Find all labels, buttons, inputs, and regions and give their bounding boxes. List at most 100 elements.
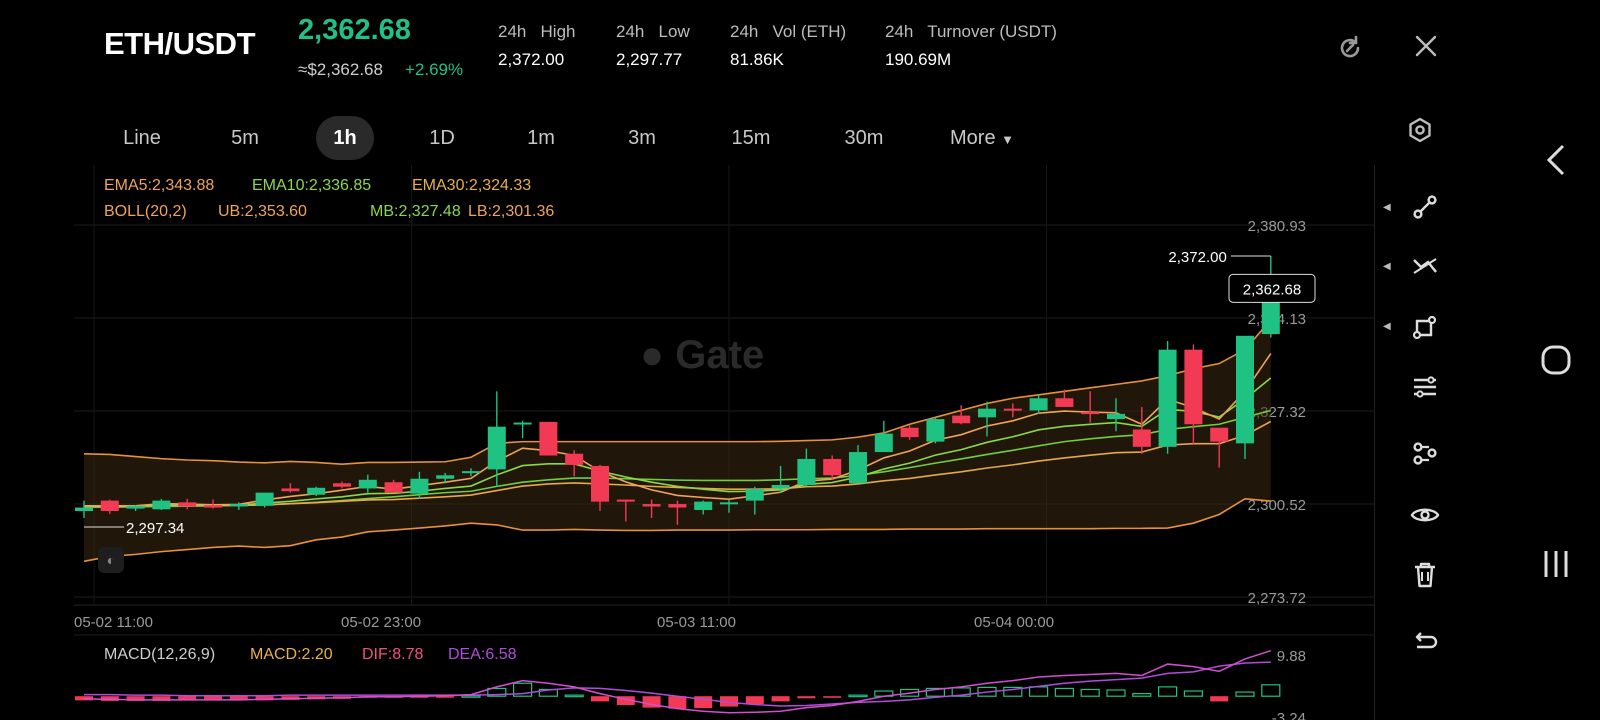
home-icon[interactable]	[1536, 340, 1576, 380]
macd-bar	[797, 696, 816, 699]
tab-30m[interactable]: 30m	[831, 116, 897, 160]
tab-line[interactable]: Line	[106, 116, 178, 160]
candle-body	[1132, 429, 1151, 447]
low-marker-label: 2,297.34	[126, 520, 184, 537]
time-axis-label: 05-03 11:00	[657, 614, 736, 631]
candle-body	[1158, 349, 1177, 447]
price-axis-label: 2,380.93	[1248, 218, 1306, 235]
eye-icon[interactable]	[1405, 495, 1445, 535]
expand-arrow-icon[interactable]: ◀	[1383, 321, 1391, 332]
settings-icon[interactable]	[1402, 112, 1438, 148]
macd-title: MACD(12,26,9)	[104, 646, 215, 663]
candle-body	[797, 458, 816, 485]
tab-15m[interactable]: 15m	[718, 116, 784, 160]
candle-body	[204, 505, 222, 508]
macd-bar	[823, 696, 842, 698]
candle-body	[1107, 413, 1125, 420]
stat-high-label: 24h High	[498, 22, 576, 41]
trend-line-tool-icon[interactable]	[1405, 187, 1445, 227]
candle-body	[1236, 335, 1254, 444]
expand-arrow-icon[interactable]: ◀	[1383, 202, 1391, 213]
macd-bar	[848, 694, 868, 698]
stat-low-label: 24h Low	[616, 22, 690, 41]
candle-body	[281, 488, 300, 492]
watermark-g-icon: ●	[640, 333, 665, 377]
candle-body	[952, 415, 971, 424]
last-price-tag: 2,362.68	[1243, 281, 1301, 298]
macd-bar	[1261, 684, 1281, 697]
recents-icon[interactable]	[1536, 544, 1576, 584]
candle-body	[1210, 427, 1229, 442]
candle-body	[1029, 398, 1048, 411]
candle-body	[591, 465, 609, 502]
candle-body	[668, 504, 687, 508]
candle-body	[152, 500, 171, 510]
candle-body	[462, 471, 480, 474]
price-axis-label: 2,273.72	[1248, 590, 1306, 607]
tab-1d[interactable]: 1D	[412, 116, 472, 160]
candle-body	[694, 501, 713, 510]
stat-vol-label: 24h Vol (ETH)	[730, 22, 847, 41]
tab-3m[interactable]: 3m	[612, 116, 672, 160]
candle-body	[1003, 408, 1022, 411]
ema10-label: EMA10:2,336.85	[252, 177, 372, 194]
candle-body	[333, 483, 351, 487]
macd-axis-bottom: -3.24	[1272, 710, 1306, 720]
candlestick-chart[interactable]: 2,380.932,354.132,327.322,300.522,273.72…	[74, 165, 1374, 720]
back-icon[interactable]	[1536, 140, 1576, 180]
high-marker-label: 2,372.00	[1168, 249, 1226, 266]
refresh-icon[interactable]	[1332, 30, 1368, 66]
boll-label: BOLL(20,2)	[104, 203, 187, 220]
undo-icon[interactable]	[1405, 621, 1445, 661]
macd-bar	[1235, 691, 1255, 697]
macd-value: MACD:2.20	[250, 646, 333, 663]
price-chart[interactable]: 2,380.932,354.132,327.322,300.522,273.72…	[74, 165, 1374, 720]
measure-tool-icon[interactable]	[1405, 433, 1445, 473]
trash-icon[interactable]	[1405, 555, 1445, 595]
shape-tool-icon[interactable]	[1405, 307, 1445, 347]
brand-badge-icon[interactable]: ◐	[98, 547, 124, 573]
stat-low-value: 2,297.77	[616, 50, 683, 69]
tab-more-label: More	[950, 127, 996, 149]
candle-body	[436, 475, 455, 479]
candle-body	[513, 422, 532, 425]
candle-body	[75, 507, 93, 512]
candle-body	[410, 478, 429, 494]
candle-body	[229, 504, 248, 507]
macd-bar	[771, 696, 790, 702]
drawing-toolbar: ◀ ◀ ◀	[1374, 165, 1471, 720]
macd-bar	[745, 696, 764, 704]
candle-body	[745, 489, 764, 501]
expand-arrow-icon[interactable]: ◀	[1383, 261, 1391, 272]
candle-body	[358, 479, 377, 489]
stat-turnover-value: 190.69M	[885, 50, 952, 69]
polyline-tool-icon[interactable]	[1405, 247, 1445, 287]
trading-pair: ETH/USDT	[104, 26, 256, 61]
candle-body	[255, 492, 274, 506]
ema30-label: EMA30:2,324.33	[412, 177, 532, 194]
tab-more[interactable]: More ▼	[950, 116, 1030, 160]
candle-body	[849, 452, 867, 484]
candle-body	[926, 419, 945, 442]
boll-mb-label: MB:2,327.48	[370, 203, 461, 220]
tab-5m[interactable]: 5m	[215, 116, 275, 160]
candle-body	[720, 502, 738, 505]
watermark-logo: ● Gate	[640, 333, 764, 378]
macd-bar	[1157, 686, 1178, 697]
caret-down-icon: ▼	[1001, 132, 1015, 147]
macd-bar	[591, 696, 609, 702]
macd-bar	[1183, 690, 1204, 697]
candle-body	[1081, 412, 1100, 415]
fib-tool-icon[interactable]	[1405, 367, 1445, 407]
watermark-text: Gate	[675, 333, 765, 377]
candle-body	[900, 427, 919, 438]
stat-high-value: 2,372.00	[498, 50, 565, 69]
candle-body	[307, 487, 326, 495]
macd-bar	[1210, 696, 1229, 702]
time-axis-label: 05-02 11:00	[74, 614, 153, 631]
tab-1h[interactable]: 1h	[316, 116, 374, 160]
boll-lb-label: LB:2,301.36	[468, 203, 555, 220]
tab-1m[interactable]: 1m	[511, 116, 571, 160]
last-price: 2,362.68	[298, 14, 411, 46]
close-icon[interactable]	[1408, 28, 1444, 64]
